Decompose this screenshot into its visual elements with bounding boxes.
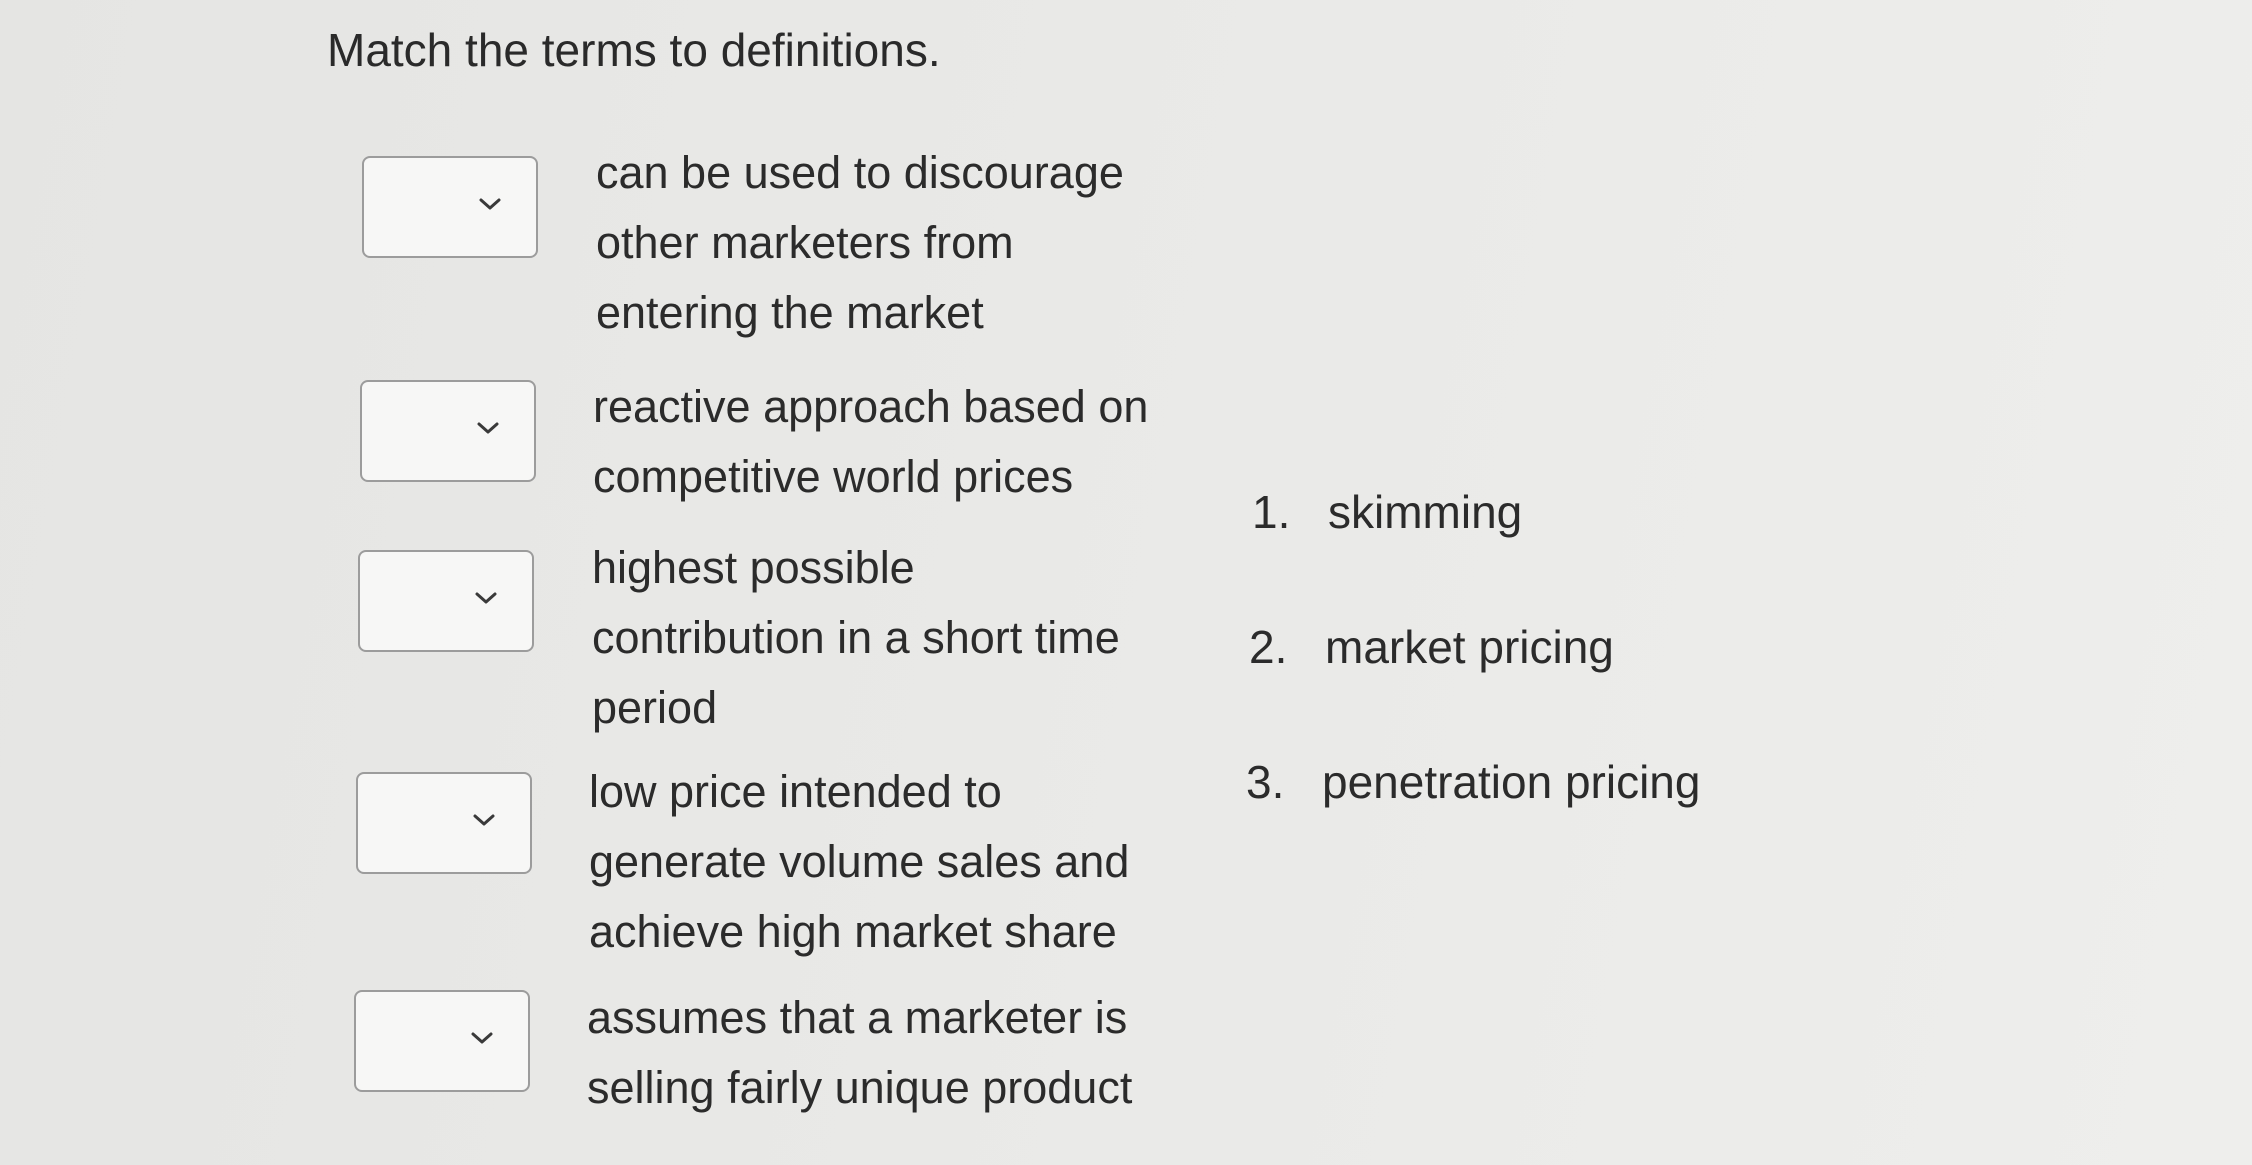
definition-text: low price intended to generate volume sa…	[589, 757, 1129, 967]
definition-line: highest possible	[592, 542, 915, 593]
definition-line: reactive approach based on	[593, 381, 1149, 432]
definition-text: can be used to discourage other marketer…	[596, 138, 1124, 348]
definition-line: generate volume sales and	[589, 836, 1130, 887]
term-item: 2. market pricing	[1249, 617, 1614, 677]
term-item: 1. skimming	[1252, 482, 1522, 542]
definition-text: assumes that a marketer is selling fairl…	[587, 983, 1132, 1123]
definition-text: highest possible contribution in a short…	[592, 533, 1120, 743]
term-select-dropdown[interactable]	[354, 990, 530, 1092]
chevron-down-icon	[478, 194, 502, 214]
definition-line: can be used to discourage	[596, 147, 1124, 198]
term-number: 3.	[1246, 756, 1285, 808]
page-title: Match the terms to definitions.	[327, 24, 941, 76]
chevron-down-icon	[470, 1028, 494, 1048]
chevron-down-icon	[472, 810, 496, 830]
definition-line: contribution in a short time	[592, 612, 1120, 663]
term-select-dropdown[interactable]	[362, 156, 538, 258]
definition-line: assumes that a marketer is	[587, 992, 1128, 1043]
definition-line: competitive world prices	[593, 451, 1074, 502]
term-label: penetration pricing	[1322, 756, 1701, 808]
definition-line: achieve high market share	[589, 906, 1117, 957]
definition-line: low price intended to	[589, 766, 1002, 817]
term-item: 3. penetration pricing	[1246, 752, 1700, 812]
term-label: market pricing	[1325, 621, 1614, 673]
term-select-dropdown[interactable]	[356, 772, 532, 874]
definition-line: selling fairly unique product	[587, 1062, 1133, 1113]
definition-line: other marketers from	[596, 217, 1014, 268]
term-number: 1.	[1252, 486, 1291, 538]
chevron-down-icon	[474, 588, 498, 608]
term-number: 2.	[1249, 621, 1288, 673]
term-select-dropdown[interactable]	[360, 380, 536, 482]
term-label: skimming	[1328, 486, 1523, 538]
definition-line: entering the market	[596, 287, 984, 338]
definition-text: reactive approach based on competitive w…	[593, 372, 1148, 512]
term-select-dropdown[interactable]	[358, 550, 534, 652]
definition-line: period	[592, 682, 718, 733]
chevron-down-icon	[476, 418, 500, 438]
